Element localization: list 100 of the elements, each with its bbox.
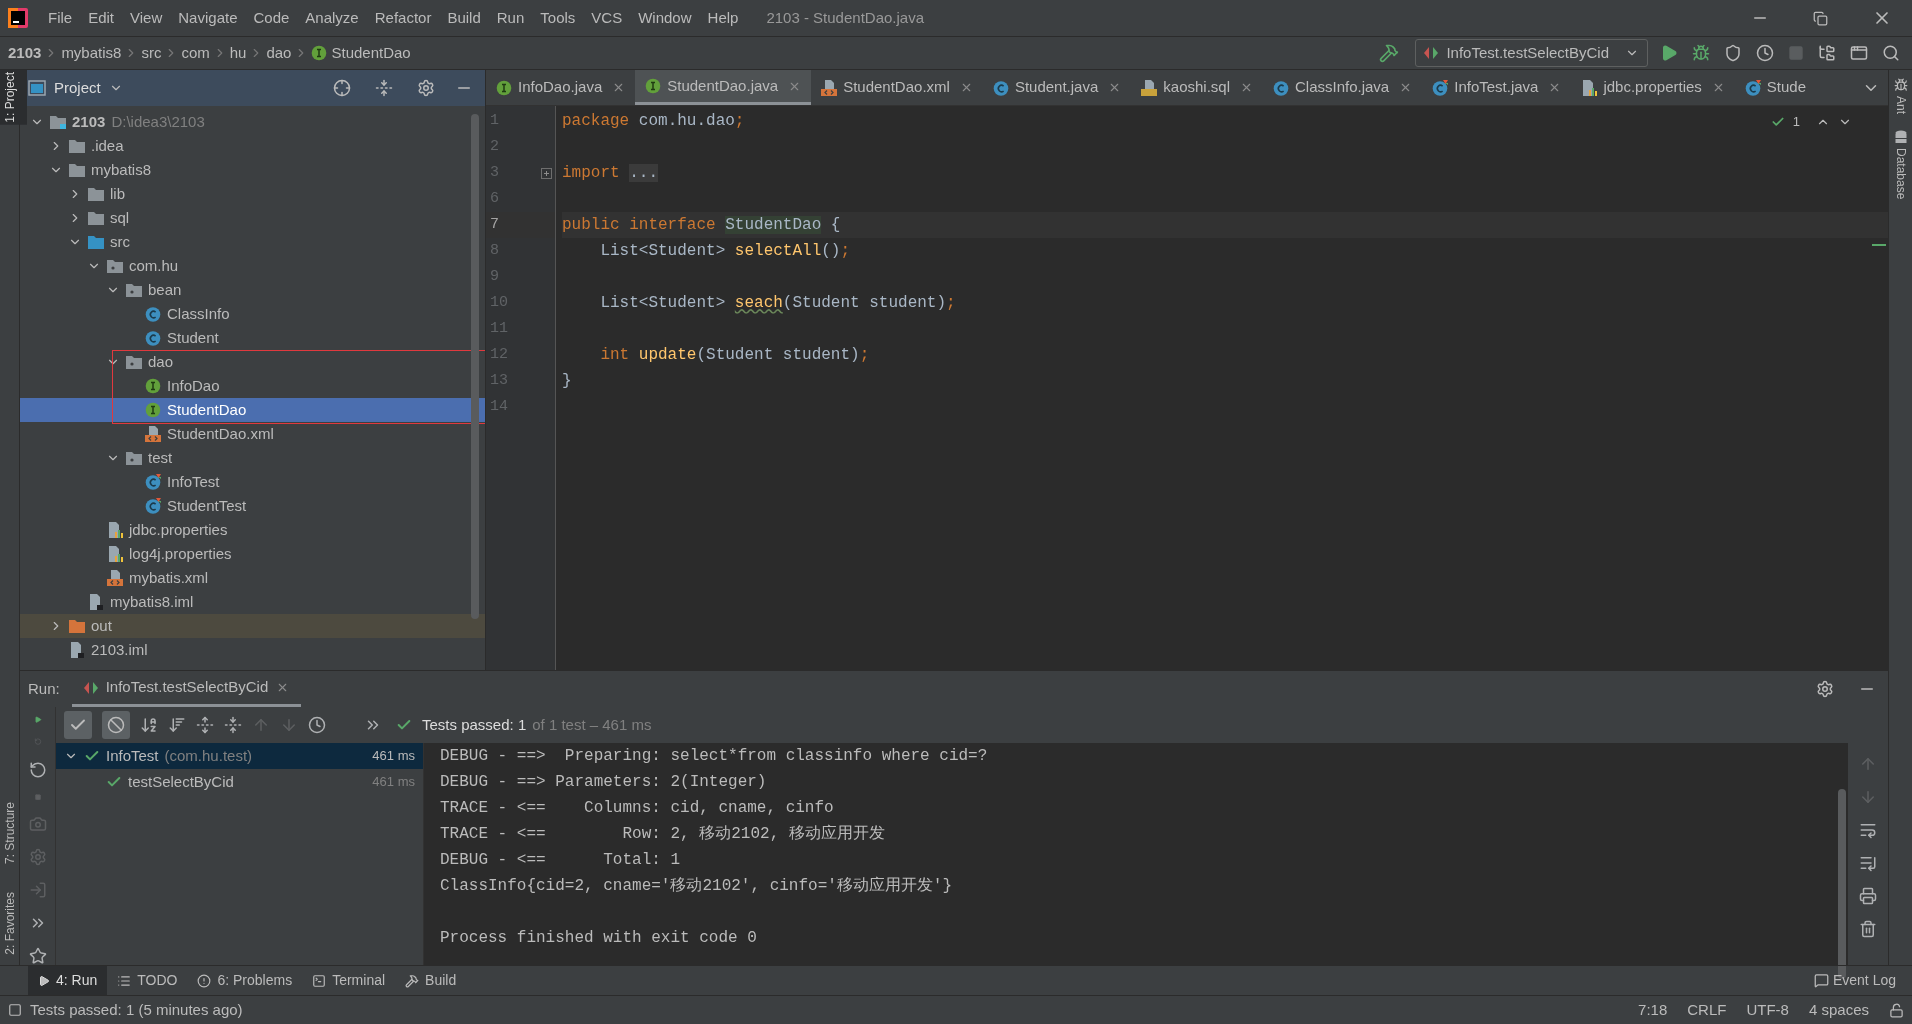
tree-item[interactable]: test: [20, 446, 485, 470]
tree-item[interactable]: .idea: [20, 134, 485, 158]
tool-window-tab[interactable]: Terminal: [302, 966, 396, 995]
menu-item[interactable]: Run: [488, 6, 533, 30]
tree-item[interactable]: out: [20, 614, 485, 638]
status-item[interactable]: 4 spaces: [1808, 998, 1869, 1022]
tree-item[interactable]: StudentDao: [20, 398, 485, 422]
tree-item[interactable]: mybatis8: [20, 158, 485, 182]
status-item[interactable]: 7:18: [1638, 998, 1668, 1022]
menu-item[interactable]: Analyze: [297, 6, 367, 30]
breadcrumb[interactable]: StudentDao: [331, 41, 411, 65]
editor-tab[interactable]: StudentDao.xml: [811, 70, 983, 105]
menu-item[interactable]: Window: [630, 6, 700, 30]
panel-toggle-icon[interactable]: [8, 1003, 22, 1017]
editor-tab[interactable]: jdbc.properties: [1571, 70, 1735, 105]
restore-icon[interactable]: [1813, 10, 1828, 26]
close-icon[interactable]: [1240, 81, 1253, 94]
editor-tab[interactable]: Stude: [1734, 70, 1817, 105]
soft-wrap-icon[interactable]: [1859, 821, 1877, 839]
run-configuration-dropdown[interactable]: InfoTest.testSelectByCid: [1415, 39, 1648, 67]
side-tab[interactable]: Database: [1891, 148, 1910, 200]
side-tab[interactable]: 7: Structure: [0, 800, 27, 867]
tool-window-tab[interactable]: 6: Problems: [187, 966, 303, 995]
editor-tab[interactable]: Student.java: [982, 70, 1132, 105]
trash-icon[interactable]: [1859, 920, 1877, 938]
menu-item[interactable]: Navigate: [170, 6, 246, 30]
menu-item[interactable]: Refactor: [366, 6, 440, 30]
settings-icon[interactable]: [417, 79, 435, 97]
editor-tab[interactable]: StudentDao.java: [635, 70, 812, 105]
tree-item[interactable]: bean: [20, 278, 485, 302]
show-ignored-toggle[interactable]: [102, 711, 130, 739]
tree-item[interactable]: lib: [20, 182, 485, 206]
breadcrumb[interactable]: com: [181, 41, 210, 65]
tree-item[interactable]: log4j.properties: [20, 542, 485, 566]
test-tree-item[interactable]: testSelectByCid 461 ms: [56, 769, 423, 795]
tree-item[interactable]: 2103.iml: [20, 638, 485, 662]
side-tab[interactable]: 2: Favorites: [0, 890, 27, 957]
menu-item[interactable]: Help: [699, 6, 747, 30]
show-passed-toggle[interactable]: [64, 711, 92, 739]
project-structure-icon[interactable]: [1818, 44, 1836, 62]
bug-icon[interactable]: [1692, 44, 1710, 62]
collapse-all-icon[interactable]: [375, 79, 393, 97]
tree-item[interactable]: ClassInfo: [20, 302, 485, 326]
tool-window-tab[interactable]: 4: Run: [28, 966, 108, 995]
tree-item[interactable]: StudentDao.xml: [20, 422, 485, 446]
sort-by-duration-icon[interactable]: [168, 716, 186, 734]
event-log-button[interactable]: Event Log: [1813, 970, 1912, 991]
search-icon[interactable]: [1882, 44, 1900, 62]
tree-item[interactable]: jdbc.properties: [20, 518, 485, 542]
menu-item[interactable]: File: [40, 6, 81, 30]
editor-tab[interactable]: InfoTest.java: [1422, 70, 1572, 105]
run-tab[interactable]: InfoTest.testSelectByCid: [71, 671, 302, 707]
editor-tab[interactable]: ClassInfo.java: [1263, 70, 1423, 105]
breadcrumb[interactable]: 2103: [8, 41, 42, 65]
menu-item[interactable]: Build: [439, 6, 489, 30]
lock-icon[interactable]: [1889, 1002, 1904, 1018]
breadcrumb[interactable]: hu: [229, 41, 247, 65]
tree-item[interactable]: src: [20, 230, 485, 254]
tree-item[interactable]: mybatis.xml: [20, 566, 485, 590]
profiler-icon[interactable]: [1756, 44, 1774, 62]
expand-all-icon[interactable]: [196, 716, 214, 734]
tree-item[interactable]: InfoDao: [20, 374, 485, 398]
package-folder-icon: [126, 451, 142, 465]
window-icon[interactable]: [1850, 44, 1868, 62]
locate-icon[interactable]: [333, 79, 351, 97]
sort-alphabetically-icon[interactable]: [140, 716, 158, 734]
panel-title[interactable]: Project: [54, 76, 101, 100]
tree-item[interactable]: InfoTest: [20, 470, 485, 494]
menu-item[interactable]: Code: [245, 6, 298, 30]
tree-item[interactable]: com.hu: [20, 254, 485, 278]
tree-item[interactable]: Student: [20, 326, 485, 350]
tree-item[interactable]: sql: [20, 206, 485, 230]
menu-item[interactable]: Tools: [532, 6, 584, 30]
editor-tab[interactable]: InfoDao.java: [486, 70, 636, 105]
print-icon[interactable]: [1859, 887, 1877, 905]
breadcrumb[interactable]: src: [141, 41, 162, 65]
shield-icon[interactable]: [1724, 44, 1742, 62]
side-tab[interactable]: 1: Project: [0, 70, 27, 125]
star-icon[interactable]: [28, 947, 47, 965]
scroll-to-end-icon[interactable]: [1859, 854, 1877, 872]
side-tab[interactable]: Ant: [1891, 96, 1910, 114]
editor-tab[interactable]: kaoshi.sql: [1131, 70, 1263, 105]
hammer-icon[interactable]: [1379, 43, 1400, 63]
breadcrumb[interactable]: dao: [266, 41, 292, 65]
tool-window-tab[interactable]: Build: [395, 966, 467, 995]
history-icon[interactable]: [308, 716, 326, 734]
settings-icon[interactable]: [1816, 680, 1834, 698]
menu-item[interactable]: VCS: [583, 6, 631, 30]
test-tree-item[interactable]: InfoTest (com.hu.test) 461 ms: [56, 743, 423, 769]
menu-item[interactable]: Edit: [80, 6, 123, 30]
collapse-all-icon[interactable]: [224, 716, 242, 734]
menu-item[interactable]: View: [122, 6, 171, 30]
status-item[interactable]: UTF-8: [1746, 998, 1789, 1022]
tree-item[interactable]: mybatis8.iml: [20, 590, 485, 614]
fold-icon[interactable]: [541, 167, 552, 179]
run-icon[interactable]: [1660, 44, 1678, 62]
status-item[interactable]: CRLF: [1687, 998, 1727, 1022]
tool-window-tab[interactable]: TODO: [107, 966, 188, 995]
tree-item[interactable]: StudentTest: [20, 494, 485, 518]
breadcrumb[interactable]: mybatis8: [61, 41, 122, 65]
